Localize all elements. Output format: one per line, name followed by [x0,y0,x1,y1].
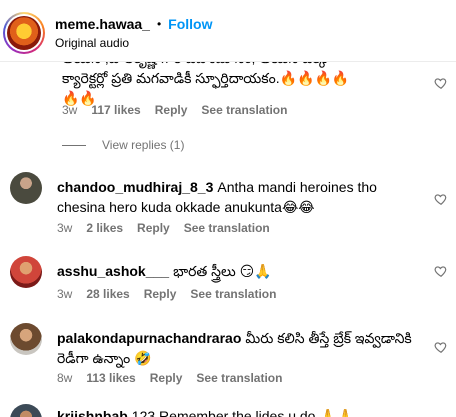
username-link[interactable]: meme.hawaa_ [55,16,150,32]
avatar[interactable] [10,172,42,204]
avatar[interactable] [10,323,42,355]
reply-button[interactable]: Reply [150,371,183,385]
comment-time: 3w [57,287,73,301]
see-translation-link[interactable]: See translation [201,103,287,117]
profile-avatar[interactable] [3,12,45,54]
comment-meta: 3w 28 likes Reply See translation [57,287,290,301]
follow-button[interactable]: Follow [168,16,212,32]
likes-count[interactable]: 28 likes [86,287,129,301]
see-translation-link[interactable]: See translation [196,371,282,385]
comment-time: 3w [57,221,73,235]
view-replies-button[interactable]: View replies (1) [62,138,184,152]
comment-text: palakondapurnachandrarao మీరు కలిసి తీస్త… [57,330,412,366]
comment-username[interactable]: palakondapurnachandrarao [57,330,241,346]
heart-icon[interactable] [434,264,448,278]
comment-text: asshu_ashok___ భారత స్త్రీలు 😏🙏 [57,263,272,279]
reply-button[interactable]: Reply [137,221,170,235]
comment-meta: 8w 113 likes Reply See translation [57,371,296,385]
reply-button[interactable]: Reply [155,103,188,117]
heart-icon[interactable] [434,340,448,354]
comment-time: 3w [62,103,78,117]
see-translation-link[interactable]: See translation [184,221,270,235]
replies-divider [62,144,86,146]
comment-username[interactable]: kriishnbab [57,408,128,417]
avatar[interactable] [10,404,42,417]
likes-count[interactable]: 117 likes [91,103,140,117]
likes-count[interactable]: 2 likes [86,221,123,235]
heart-icon[interactable] [434,76,448,90]
comment-username[interactable]: chandoo_mudhiraj_8_3 [57,179,213,195]
avatar[interactable] [10,256,42,288]
comment-username[interactable]: asshu_ashok___ [57,263,169,279]
comment-text: kriishnbab 123 Remember the lides u do 🙏🙏 [57,406,437,417]
heart-icon[interactable] [434,192,448,206]
see-translation-link[interactable]: See translation [190,287,276,301]
audio-label[interactable]: Original audio [55,36,129,50]
comment-meta: 3w 117 likes Reply See translation [62,103,301,117]
comment-meta: 3w 2 likes Reply See translation [57,221,284,235]
view-replies-label: View replies (1) [102,138,185,152]
likes-count[interactable]: 113 likes [86,371,135,385]
reel-comments-panel: meme.hawaa_ • Follow Original audio ఆయన … [0,0,456,417]
comment-text: chandoo_mudhiraj_8_3 Antha mandi heroines… [57,179,377,215]
reply-button[interactable]: Reply [144,287,177,301]
post-header: meme.hawaa_ • Follow Original audio [0,0,456,62]
separator-dot: • [156,17,162,31]
comment-time: 8w [57,371,73,385]
